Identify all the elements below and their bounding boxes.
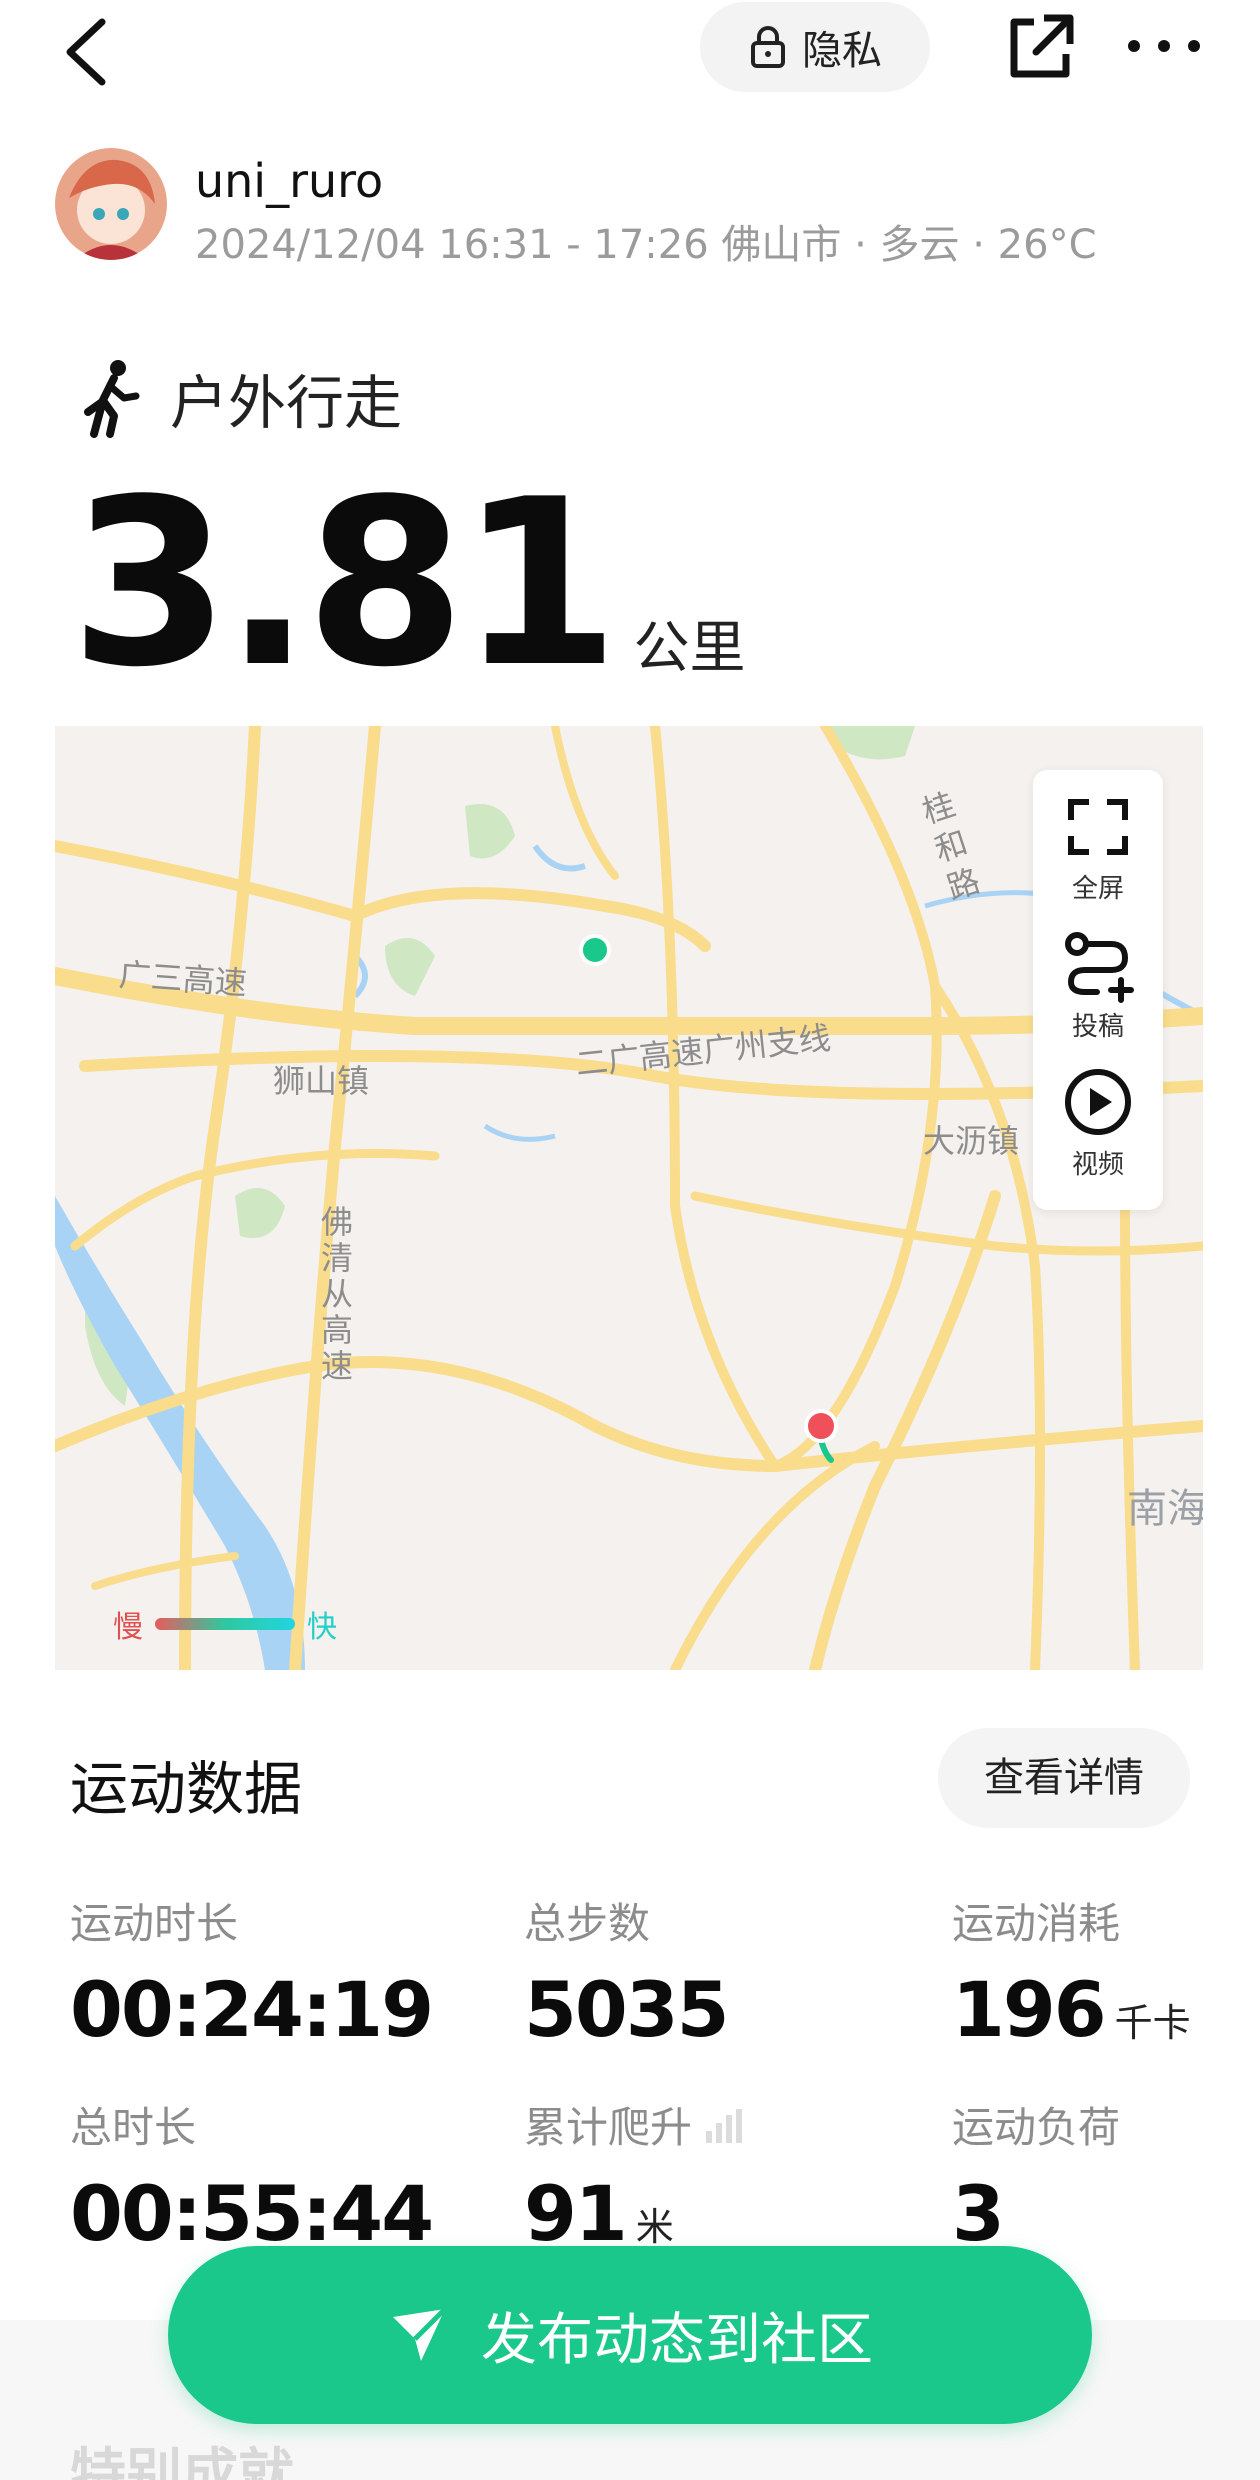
place-guangsan: 广三高速 — [117, 955, 249, 1003]
privacy-button[interactable]: 隐私 — [700, 2, 930, 92]
distance: 3.81 公里 — [70, 470, 745, 700]
activity-type-label: 户外行走 — [170, 369, 403, 437]
lock-icon — [751, 26, 785, 68]
route-map[interactable]: 广三高速 狮山镇 二广高速广州支线 大沥镇 桂和路 佛清从高速 南海 全屏 投稿… — [55, 726, 1203, 1670]
view-details-button[interactable]: 查看详情 — [938, 1728, 1190, 1828]
stat-calories: 运动消耗 196 千卡 — [952, 1890, 1191, 2054]
publish-to-community-button[interactable]: 发布动态到社区 — [168, 2246, 1092, 2424]
top-bar: 隐私 — [0, 0, 1260, 110]
route-add-icon — [1065, 932, 1134, 1003]
publish-label: 发布动态到社区 — [481, 2307, 873, 2373]
stat-load: 运动负荷 3 — [952, 2094, 1120, 2258]
more-button[interactable] — [1120, 18, 1210, 78]
user-info: uni_ruro 2024/12/04 16:31 - 17:26 佛山市 · … — [55, 148, 1205, 268]
fullscreen-button[interactable]: 全屏 — [1033, 780, 1163, 910]
submit-route-label: 投稿 — [1071, 1012, 1124, 1042]
place-nanhai: 南海 — [1127, 1486, 1203, 1532]
stat-value: 00:24:19 — [70, 1965, 434, 2054]
video-button[interactable]: 视频 — [1033, 1056, 1163, 1186]
stat-label: 运动负荷 — [952, 2103, 1121, 2152]
stat-label-row: 累计爬升 — [524, 2094, 748, 2155]
stat-total-time: 总时长 00:55:44 — [70, 2094, 434, 2258]
stat-value: 5035 — [524, 1965, 730, 2054]
elevation-icon — [706, 2108, 743, 2143]
stat-value: 196 千卡 — [952, 1965, 1191, 2054]
section-title: 运动数据 — [70, 1755, 303, 1823]
stat-duration: 运动时长 00:24:19 — [70, 1890, 434, 2054]
legend-slow: 慢 — [113, 1610, 143, 1645]
play-icon — [1065, 1069, 1131, 1135]
stat-elevation: 累计爬升 91 米 — [524, 2094, 748, 2258]
more-dots-icon — [1128, 40, 1200, 52]
stat-value: 00:55:44 — [70, 2169, 434, 2258]
chevron-left-icon — [66, 18, 106, 86]
place-foqing: 佛清从高速 — [321, 1203, 354, 1385]
stat-value: 3 — [952, 2169, 1005, 2258]
send-icon — [393, 2307, 447, 2361]
stat-label: 总时长 — [70, 2103, 197, 2152]
legend-gradient-bar — [155, 1618, 295, 1630]
speed-legend: 慢 快 — [113, 1602, 337, 1646]
stat-label: 总步数 — [524, 1899, 651, 1948]
username: uni_ruro — [195, 154, 384, 208]
submit-route-button[interactable]: 投稿 — [1033, 918, 1163, 1048]
legend-fast: 快 — [307, 1610, 337, 1645]
next-section-title: 特别成就 — [70, 2443, 294, 2480]
place-shishan: 狮山镇 — [273, 1062, 370, 1100]
activity-meta: 2024/12/04 16:31 - 17:26 佛山市 · 多云 · 26°C — [195, 222, 1097, 268]
map-canvas — [55, 726, 1203, 1670]
stat-label: 运动时长 — [70, 1899, 239, 1948]
stat-unit: 米 — [635, 2205, 674, 2249]
activity-type: 户外行走 — [80, 358, 402, 438]
distance-value: 3.81 — [70, 451, 619, 718]
fullscreen-label: 全屏 — [1071, 874, 1124, 904]
fullscreen-icon — [1068, 799, 1128, 855]
back-button[interactable] — [50, 8, 140, 98]
avatar[interactable] — [55, 148, 167, 260]
walking-icon — [84, 360, 140, 438]
stat-value: 91 米 — [524, 2169, 674, 2258]
stat-label: 运动消耗 — [952, 1899, 1121, 1948]
distance-unit: 公里 — [633, 616, 746, 681]
video-label: 视频 — [1071, 1150, 1124, 1180]
place-dali: 大沥镇 — [923, 1122, 1020, 1160]
share-button[interactable] — [1000, 8, 1080, 88]
map-toolbar: 全屏 投稿 视频 — [1033, 770, 1163, 1210]
avatar-image — [55, 148, 167, 260]
share-icon — [1010, 14, 1074, 78]
stat-steps: 总步数 5035 — [524, 1890, 730, 2054]
privacy-label: 隐私 — [802, 28, 882, 74]
stat-label: 累计爬升 — [524, 2103, 693, 2152]
stat-unit: 千卡 — [1114, 2001, 1191, 2045]
